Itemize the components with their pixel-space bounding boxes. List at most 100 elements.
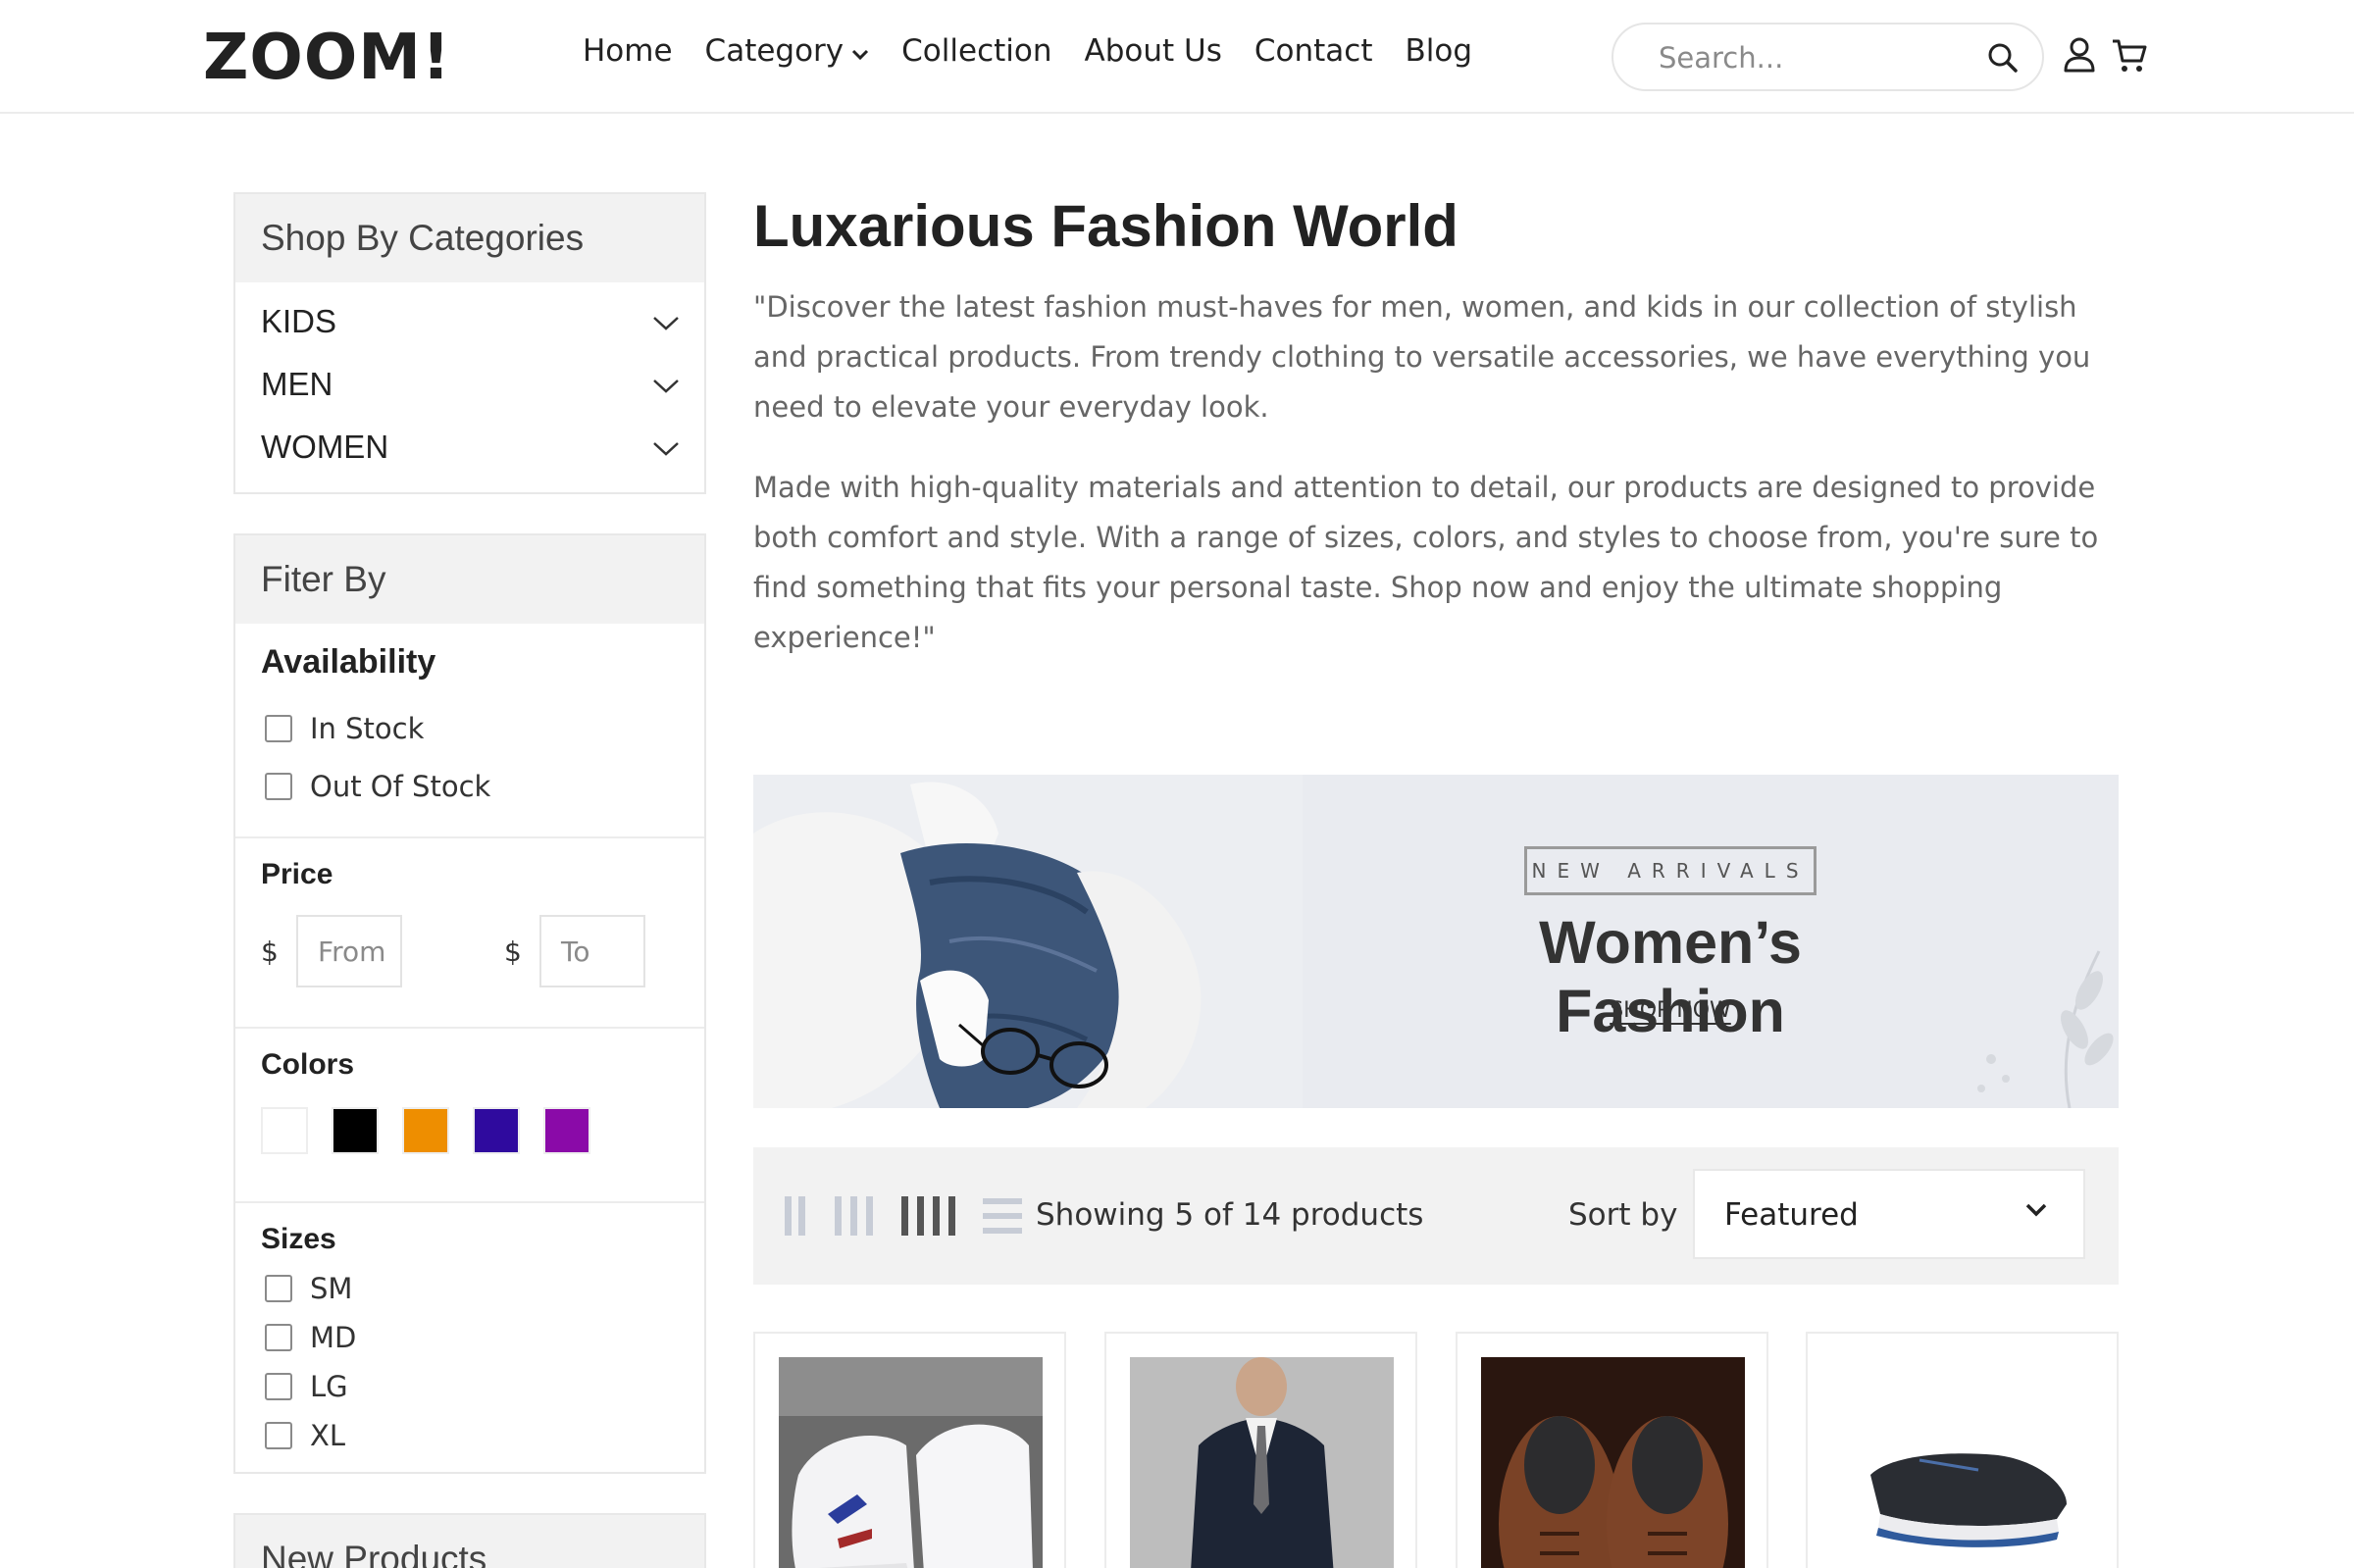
grid-view-switcher (783, 1196, 1022, 1239)
checkbox-label: SM (310, 1272, 353, 1305)
sort-select[interactable]: Featured (1693, 1169, 2085, 1259)
new-products-title: New Products (235, 1515, 704, 1568)
nav-about-label: About Us (1084, 33, 1222, 69)
chevron-down-icon (2024, 1202, 2048, 1222)
checkbox-label: XL (310, 1419, 346, 1452)
product-card[interactable] (1456, 1332, 1768, 1568)
cart-icon[interactable] (2111, 37, 2148, 78)
sort-value: Featured (1724, 1197, 1859, 1233)
colors-title: Colors (261, 1048, 355, 1081)
product-card[interactable] (1806, 1332, 2119, 1568)
filter-title: Fiter By (235, 535, 704, 624)
colors-section: Colors (235, 1027, 704, 1201)
nav-category[interactable]: Category (705, 33, 870, 69)
category-kids[interactable]: KIDS (235, 290, 704, 353)
category-list: KIDS MEN WOMEN (235, 282, 704, 492)
checkbox[interactable] (265, 1275, 292, 1302)
currency-symbol: $ (504, 935, 522, 968)
chevron-down-icon (851, 33, 869, 69)
checkbox[interactable] (265, 772, 292, 800)
color-swatch-white[interactable] (261, 1107, 308, 1154)
shop-now-link[interactable]: SHOP NOW (1440, 998, 1901, 1023)
grid-4-icon[interactable] (900, 1196, 957, 1239)
search-box (1612, 23, 2044, 91)
sidebar: Shop By Categories KIDS MEN WOMEN Fiter … (233, 192, 706, 1568)
chevron-down-icon (651, 303, 681, 340)
checkbox-label: Out Of Stock (310, 769, 491, 803)
size-sm-checkbox[interactable]: SM (261, 1264, 679, 1313)
category-label: KIDS (261, 303, 337, 339)
checkbox-label: LG (310, 1370, 348, 1403)
price-from-input[interactable]: From (296, 915, 402, 987)
nav-home[interactable]: Home (583, 33, 673, 69)
availability-title: Availability (261, 643, 436, 681)
product-count: Showing 5 of 14 products (1036, 1197, 1424, 1233)
categories-panel: Shop By Categories KIDS MEN WOMEN (233, 192, 706, 494)
description-paragraph: Made with high-quality materials and att… (753, 471, 2099, 654)
sizes-section: Sizes SM MD LG XL (235, 1201, 704, 1472)
price-to-input[interactable]: To (539, 915, 645, 987)
user-icon[interactable] (2063, 37, 2096, 76)
nav-contact[interactable]: Contact (1254, 33, 1373, 69)
price-title: Price (261, 858, 333, 890)
checkbox-label: In Stock (310, 711, 425, 745)
main-nav: Home Category Collection About Us Contac… (583, 33, 1505, 69)
checkbox[interactable] (265, 1422, 292, 1449)
grid-3-icon[interactable] (834, 1196, 875, 1239)
size-md-checkbox[interactable]: MD (261, 1313, 679, 1362)
product-image[interactable] (779, 1357, 1043, 1568)
category-label: WOMEN (261, 429, 389, 465)
nav-collection[interactable]: Collection (901, 33, 1051, 69)
nav-blog[interactable]: Blog (1405, 33, 1472, 69)
banner-tag: NEW ARRIVALS (1524, 846, 1817, 895)
currency-symbol: $ (261, 935, 279, 968)
filter-panel: Fiter By Availability In Stock Out Of St… (233, 533, 706, 1474)
checkbox-label: MD (310, 1321, 357, 1354)
page-title: Luxarious Fashion World (753, 193, 1458, 259)
product-grid (753, 1332, 2119, 1568)
availability-section: Availability In Stock Out Of Stock (235, 624, 704, 836)
product-card[interactable] (753, 1332, 1066, 1568)
nav-collection-label: Collection (901, 33, 1052, 69)
checkbox[interactable] (265, 1324, 292, 1351)
banner-image (753, 775, 1303, 1108)
nav-blog-label: Blog (1405, 33, 1472, 69)
color-swatch-purple[interactable] (543, 1107, 590, 1154)
color-swatch-indigo[interactable] (473, 1107, 520, 1154)
site-header: ZOOM! Home Category Collection About Us … (0, 0, 2354, 114)
description-paragraph: "Discover the latest fashion must-haves … (753, 290, 2091, 424)
color-swatch-black[interactable] (332, 1107, 379, 1154)
category-men[interactable]: MEN (235, 353, 704, 416)
nav-contact-label: Contact (1254, 33, 1373, 69)
color-swatch-orange[interactable] (402, 1107, 449, 1154)
out-of-stock-checkbox[interactable]: Out Of Stock (261, 757, 679, 815)
checkbox[interactable] (265, 1373, 292, 1400)
category-women[interactable]: WOMEN (235, 416, 704, 479)
search-input[interactable] (1659, 38, 1953, 77)
size-xl-checkbox[interactable]: XL (261, 1411, 679, 1460)
product-image[interactable] (1481, 1357, 1745, 1568)
checkbox[interactable] (265, 714, 292, 742)
price-range: $ From $ To (261, 915, 679, 987)
nav-home-label: Home (583, 33, 673, 69)
leaf-decoration (1977, 950, 2114, 1108)
sizes-title: Sizes (261, 1223, 336, 1255)
price-section: Price $ From $ To (235, 836, 704, 1027)
product-image[interactable] (1130, 1357, 1394, 1568)
product-card[interactable] (1104, 1332, 1417, 1568)
nav-about-us[interactable]: About Us (1085, 33, 1222, 69)
size-lg-checkbox[interactable]: LG (261, 1362, 679, 1411)
sort-label: Sort by (1568, 1197, 1678, 1233)
promo-banner[interactable]: NEW ARRIVALS Women’s Fashion SHOP NOW (753, 775, 2119, 1108)
banner-title: Women’s Fashion (1539, 909, 1802, 1044)
in-stock-checkbox[interactable]: In Stock (261, 699, 679, 757)
grid-2-icon[interactable] (783, 1196, 808, 1239)
nav-category-label: Category (704, 33, 844, 69)
search-icon[interactable] (1987, 42, 2019, 77)
product-image[interactable] (1831, 1357, 2095, 1568)
new-products-panel: New Products (233, 1513, 706, 1568)
categories-title: Shop By Categories (235, 194, 704, 282)
list-view-icon[interactable] (983, 1196, 1022, 1239)
site-logo[interactable]: ZOOM! (203, 22, 451, 94)
chevron-down-icon (651, 429, 681, 466)
